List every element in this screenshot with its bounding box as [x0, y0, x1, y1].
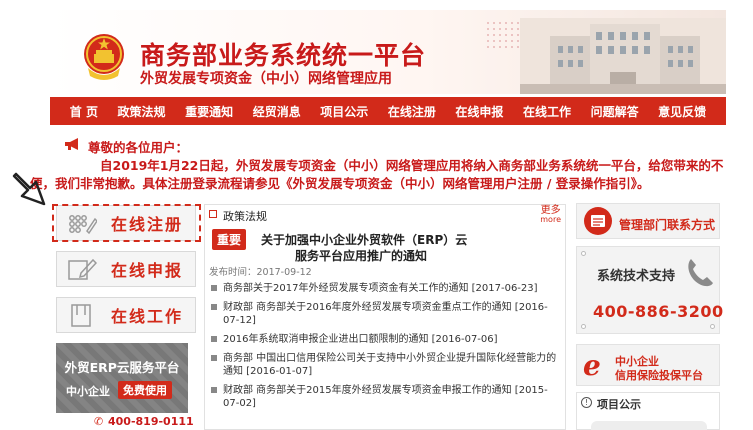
admin-contact-label: 管理部门联系方式	[619, 218, 716, 232]
megaphone-icon	[65, 138, 78, 150]
project-tab[interactable]	[591, 421, 707, 430]
nav-online-apply[interactable]: 在线申报	[455, 103, 503, 120]
erp-banner-sme: 中小企业	[66, 385, 110, 398]
site-header: 商务部业务系统统一平台 外贸发展专项资金（中小）网络管理应用	[50, 10, 726, 94]
sme-label-line2: 信用保险投保平台	[615, 369, 703, 382]
bullet-icon	[211, 336, 217, 342]
erp-phone-strip: ✆ 400-819-0111	[56, 413, 194, 430]
admin-contact-button[interactable]: 管理部门联系方式	[576, 203, 720, 239]
notice-text-line1: 自2019年1月22日起，外贸发展专项资金（中小）网络管理应用将纳入商务部业务系…	[100, 158, 724, 173]
corner-dot	[581, 324, 586, 329]
main-nav: 首 页 政策法规 重要通知 经贸消息 项目公示 在线注册 在线申报 在线工作 问…	[50, 97, 726, 125]
news-item-text: 财政部 商务部关于2015年度外经贸发展专项资金申报工作的通知 [2015-07…	[223, 385, 548, 409]
online-apply-button[interactable]: 在线申报	[56, 251, 196, 287]
notice-text-line2[interactable]: 便，我们非常抱歉。具体注册登录流程请参见《外贸发展专项资金（中小）网络管理用户注…	[30, 173, 650, 192]
tech-support-card: 系统技术支持 400-886-3200	[576, 246, 723, 334]
more-link-en: more	[540, 215, 561, 224]
nav-online-work[interactable]: 在线工作	[523, 103, 571, 120]
project-publicity-title: 项目公示	[597, 398, 641, 411]
corner-dot	[581, 251, 586, 256]
more-link[interactable]: 更多 more	[540, 206, 561, 225]
bullet-icon	[211, 355, 217, 361]
policy-news-list: 商务部关于2017年外经贸发展专项资金有关工作的通知 [2017-06-23] …	[209, 282, 559, 416]
section-icon	[209, 210, 217, 218]
document-icon	[71, 304, 91, 327]
news-item-text: 商务部关于2017年外经贸发展专项资金有关工作的通知 [2017-06-23]	[223, 283, 538, 294]
headline-line1[interactable]: 关于加强中小企业外贸软件（ERP）云	[261, 231, 467, 248]
bullet-icon	[211, 387, 217, 393]
list-item[interactable]: 财政部 商务部关于2015年度外经贸发展专项资金申报工作的通知 [2015-07…	[209, 384, 559, 410]
nav-trade-news[interactable]: 经贸消息	[253, 103, 301, 120]
nav-faq[interactable]: 问题解答	[591, 103, 639, 120]
news-item-text: 2016年系统取消申报企业进出口额限制的通知 [2016-07-06]	[223, 334, 498, 345]
contact-card-icon	[584, 207, 612, 235]
register-highlight-box	[52, 204, 201, 242]
edit-document-icon	[68, 258, 97, 280]
online-work-button[interactable]: 在线工作	[56, 297, 196, 333]
site-subtitle: 外贸发展专项资金（中小）网络管理应用	[140, 71, 392, 87]
phone-icon: ✆	[94, 415, 104, 428]
bullet-icon	[211, 285, 217, 291]
important-badge: 重要	[212, 229, 247, 250]
policy-panel: 政策法规 更多 more 重要 关于加强中小企业外贸软件（ERP）云 服务平台应…	[204, 204, 566, 430]
nav-home[interactable]: 首 页	[70, 103, 98, 120]
announcement: 尊敬的各位用户： 自2019年1月22日起，外贸发展专项资金（中小）网络管理应用…	[0, 135, 753, 195]
site-title: 商务部业务系统统一平台	[140, 41, 427, 70]
nav-notices[interactable]: 重要通知	[185, 103, 233, 120]
list-item[interactable]: 财政部 商务部关于2016年度外经贸发展专项资金重点工作的通知 [2016-07…	[209, 301, 559, 327]
erp-banner-title: 外贸ERP云服务平台	[64, 360, 180, 375]
national-emblem-icon	[84, 34, 124, 80]
list-item[interactable]: 商务部关于2017年外经贸发展专项资金有关工作的通知 [2017-06-23]	[209, 282, 559, 295]
phone-handset-icon	[688, 259, 713, 287]
page: 商务部业务系统统一平台 外贸发展专项资金（中小）网络管理应用 首 页 政策法规 …	[0, 0, 753, 430]
online-apply-label: 在线申报	[111, 261, 184, 280]
list-item[interactable]: 2016年系统取消申报企业进出口额限制的通知 [2016-07-06]	[209, 333, 559, 346]
pointer-arrow-icon	[12, 172, 46, 206]
tech-support-phone: 400-886-3200	[593, 302, 724, 321]
publish-date: 发布时间：2017-09-12	[209, 267, 312, 278]
news-item-text: 财政部 商务部关于2016年度外经贸发展专项资金重点工作的通知 [2016-07…	[223, 302, 548, 326]
notice-greeting: 尊敬的各位用户：	[88, 140, 189, 155]
erp-cloud-banner[interactable]: 外贸ERP云服务平台 中小企业 免费使用 ✆ 400-819-0111	[56, 343, 194, 430]
ministry-building-image	[520, 18, 726, 94]
nav-project-publicity[interactable]: 项目公示	[320, 103, 368, 120]
tech-support-title: 系统技术支持	[597, 269, 676, 284]
corner-dot	[710, 324, 715, 329]
nav-policy[interactable]: 政策法规	[118, 103, 166, 120]
headline-line2[interactable]: 服务平台应用推广的通知	[295, 247, 427, 264]
online-work-label: 在线工作	[111, 307, 184, 326]
info-icon: !	[581, 397, 592, 408]
e-logo-icon: e	[583, 349, 601, 382]
news-item-text: 商务部 中国出口信用保险公司关于支持中小外贸企业提升国际化经营能力的通知 [20…	[223, 353, 557, 377]
nav-online-register[interactable]: 在线注册	[388, 103, 436, 120]
erp-phone-number: 400-819-0111	[108, 415, 194, 428]
erp-free-badge: 免费使用	[118, 381, 172, 399]
nav-feedback[interactable]: 意见反馈	[658, 103, 706, 120]
list-item[interactable]: 商务部 中国出口信用保险公司关于支持中小外贸企业提升国际化经营能力的通知 [20…	[209, 352, 559, 378]
bullet-icon	[211, 304, 217, 310]
sme-credit-insurance-link[interactable]: e 中小企业 信用保险投保平台	[576, 344, 720, 386]
project-publicity-panel: ! 项目公示	[576, 392, 720, 430]
policy-heading: 政策法规	[223, 210, 267, 223]
